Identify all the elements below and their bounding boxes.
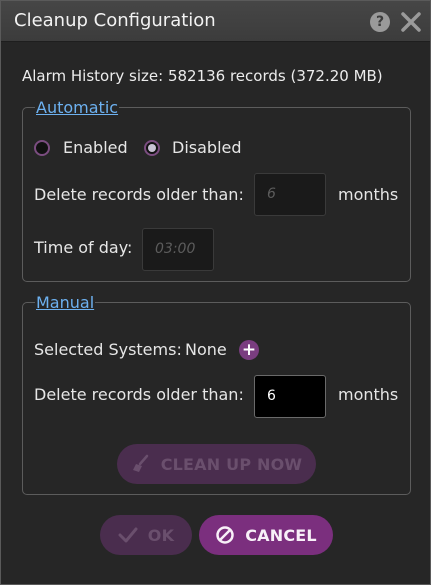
cancel-button[interactable]: CANCEL — [199, 515, 333, 555]
disabled-label[interactable]: Disabled — [172, 138, 242, 157]
ok-button[interactable]: OK — [100, 515, 192, 555]
time-of-day-label: Time of day: — [34, 238, 133, 257]
add-system-icon[interactable]: + — [239, 340, 259, 360]
manual-delete-label: Delete records older than: — [34, 385, 244, 404]
dialog-title: Cleanup Configuration — [14, 10, 216, 31]
disabled-radio[interactable] — [144, 140, 160, 156]
close-icon[interactable] — [400, 11, 422, 33]
title-bar: Cleanup Configuration ? — [1, 1, 430, 42]
cancel-label: CANCEL — [245, 525, 317, 545]
auto-months-input[interactable]: 6 — [254, 173, 326, 216]
auto-delete-label: Delete records older than: — [34, 185, 244, 204]
ok-label: OK — [147, 525, 175, 545]
manual-months-unit: months — [338, 385, 399, 404]
enabled-label[interactable]: Enabled — [63, 138, 128, 157]
selected-systems-value: None — [185, 340, 227, 359]
cleanup-dialog: Cleanup Configuration ? Alarm History si… — [0, 0, 431, 585]
auto-months-unit: months — [338, 185, 399, 204]
broom-icon — [131, 454, 151, 474]
manual-months-input[interactable]: 6 — [254, 375, 326, 418]
clean-up-now-button[interactable]: CLEAN UP NOW — [117, 444, 316, 484]
help-icon[interactable]: ? — [370, 12, 390, 32]
automatic-legend-link[interactable]: Automatic — [35, 98, 120, 117]
alarm-history-size: Alarm History size: 582136 records (372.… — [22, 67, 383, 85]
time-of-day-input[interactable]: 03:00 — [142, 228, 214, 271]
clean-up-now-label: CLEAN UP NOW — [160, 454, 303, 474]
selected-systems-label: Selected Systems: — [34, 340, 182, 359]
cancel-icon — [215, 525, 235, 545]
manual-legend-link[interactable]: Manual — [35, 293, 96, 312]
check-icon — [118, 527, 138, 543]
enabled-radio[interactable] — [34, 140, 50, 156]
